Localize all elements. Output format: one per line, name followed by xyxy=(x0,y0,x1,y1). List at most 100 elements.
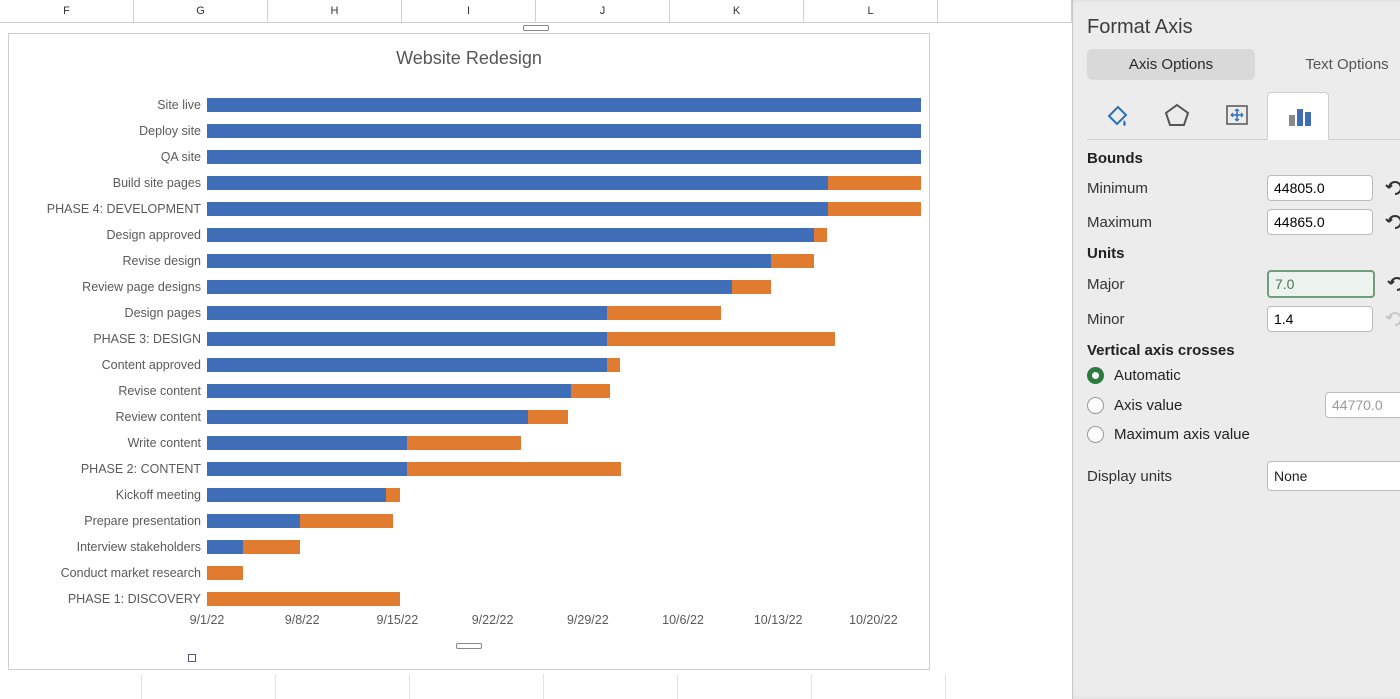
column-header[interactable]: J xyxy=(536,0,670,22)
bar-segment-blue[interactable] xyxy=(207,98,921,112)
bar-segment-blue[interactable] xyxy=(207,124,921,138)
column-header[interactable]: F xyxy=(0,0,134,22)
bar-segment-blue[interactable] xyxy=(207,254,771,268)
axis-properties-tab[interactable] xyxy=(1267,92,1329,140)
bar-segment-orange[interactable] xyxy=(407,462,621,476)
category-label: Kickoff meeting xyxy=(17,482,201,508)
bar-segment-orange[interactable] xyxy=(607,306,721,320)
size-arrows-icon xyxy=(1223,102,1251,128)
size-tab[interactable] xyxy=(1207,92,1267,138)
bar-segment-orange[interactable] xyxy=(732,280,771,294)
column-header[interactable]: H xyxy=(268,0,402,22)
x-axis-tick: 9/22/22 xyxy=(472,613,514,627)
bar-segment-blue[interactable] xyxy=(207,410,528,424)
effects-tab[interactable] xyxy=(1147,92,1207,138)
crosses-axis-value-option[interactable]: Axis value xyxy=(1087,392,1400,418)
chart-container[interactable]: Website Redesign Site liveDeploy siteQA … xyxy=(8,33,930,670)
column-header[interactable]: I xyxy=(402,0,536,22)
bar-segment-orange[interactable] xyxy=(571,384,610,398)
bar-segment-orange[interactable] xyxy=(607,332,835,346)
maximum-label: Maximum xyxy=(1087,214,1267,231)
column-header[interactable]: K xyxy=(670,0,804,22)
column-header[interactable] xyxy=(938,0,1072,22)
radio-label: Maximum axis value xyxy=(1114,426,1250,443)
category-label: Conduct market research xyxy=(17,560,201,586)
bounds-heading: Bounds xyxy=(1087,150,1400,167)
category-label: Prepare presentation xyxy=(17,508,201,534)
chart-row: Build site pages xyxy=(207,170,921,196)
undo-icon xyxy=(1385,214,1400,230)
bar-segment-orange[interactable] xyxy=(771,254,814,268)
bar-segment-blue[interactable] xyxy=(207,306,607,320)
bar-segment-orange[interactable] xyxy=(386,488,400,502)
chart-row: Site live xyxy=(207,92,921,118)
bar-segment-blue[interactable] xyxy=(207,358,607,372)
bar-segment-blue[interactable] xyxy=(207,332,607,346)
display-units-label: Display units xyxy=(1087,468,1267,485)
bar-segment-orange[interactable] xyxy=(528,410,567,424)
maximum-input[interactable] xyxy=(1267,209,1373,235)
category-label: Design approved xyxy=(17,222,201,248)
category-label: Review page designs xyxy=(17,274,201,300)
category-label: QA site xyxy=(17,144,201,170)
bar-segment-blue[interactable] xyxy=(207,488,386,502)
bar-segment-blue[interactable] xyxy=(207,462,407,476)
chart-row: PHASE 4: DEVELOPMENT xyxy=(207,196,921,222)
minimum-input[interactable] xyxy=(1267,175,1373,201)
pentagon-icon xyxy=(1164,102,1190,128)
chart-resize-handle-bottom[interactable] xyxy=(456,643,482,649)
display-units-select[interactable]: None xyxy=(1267,461,1400,491)
bar-segment-orange[interactable] xyxy=(407,436,521,450)
tab-axis-options[interactable]: Axis Options xyxy=(1087,49,1255,80)
chart-row: PHASE 1: DISCOVERY xyxy=(207,586,921,612)
bar-segment-blue[interactable] xyxy=(207,384,571,398)
bar-segment-blue[interactable] xyxy=(207,228,814,242)
bar-segment-blue[interactable] xyxy=(207,436,407,450)
chart-resize-handle-top[interactable] xyxy=(523,25,549,31)
fill-tab[interactable] xyxy=(1087,92,1147,138)
axis-selection-handle[interactable] xyxy=(188,654,196,662)
crosses-automatic-option[interactable]: Automatic xyxy=(1087,367,1400,384)
column-header[interactable]: G xyxy=(134,0,268,22)
bar-segment-blue[interactable] xyxy=(207,202,828,216)
spreadsheet-cells[interactable] xyxy=(8,674,1072,699)
category-label: PHASE 1: DISCOVERY xyxy=(17,586,201,612)
crosses-max-value-option[interactable]: Maximum axis value xyxy=(1087,426,1400,443)
chart-row: Revise content xyxy=(207,378,921,404)
minor-label: Minor xyxy=(1087,311,1267,328)
chart-row: Write content xyxy=(207,430,921,456)
reset-major-button[interactable] xyxy=(1385,274,1400,294)
reset-maximum-button[interactable] xyxy=(1383,212,1400,232)
chart-row: Review page designs xyxy=(207,274,921,300)
reset-minimum-button[interactable] xyxy=(1383,178,1400,198)
bar-segment-blue[interactable] xyxy=(207,176,828,190)
bar-segment-blue[interactable] xyxy=(207,540,243,554)
chart-row: PHASE 2: CONTENT xyxy=(207,456,921,482)
chart-row: QA site xyxy=(207,144,921,170)
bar-segment-orange[interactable] xyxy=(207,566,243,580)
bar-segment-orange[interactable] xyxy=(243,540,300,554)
chart-plot-area[interactable]: Site liveDeploy siteQA siteBuild site pa… xyxy=(207,92,921,613)
tab-text-options[interactable]: Text Options xyxy=(1263,49,1400,80)
category-label: Interview stakeholders xyxy=(17,534,201,560)
column-headers: FGHIJKL xyxy=(0,0,1072,23)
bar-segment-blue[interactable] xyxy=(207,280,732,294)
chart-row: Kickoff meeting xyxy=(207,482,921,508)
bar-segment-orange[interactable] xyxy=(828,202,921,216)
bar-segment-orange[interactable] xyxy=(300,514,393,528)
bar-segment-orange[interactable] xyxy=(814,228,827,242)
bar-segment-orange[interactable] xyxy=(607,358,620,372)
category-label: Revise content xyxy=(17,378,201,404)
major-label: Major xyxy=(1087,276,1267,293)
bar-segment-blue[interactable] xyxy=(207,514,300,528)
column-header[interactable]: L xyxy=(804,0,938,22)
bar-segment-orange[interactable] xyxy=(828,176,921,190)
minor-unit-input[interactable] xyxy=(1267,306,1373,332)
x-axis[interactable]: 9/1/229/8/229/15/229/22/229/29/2210/6/22… xyxy=(207,613,921,639)
bar-segment-blue[interactable] xyxy=(207,150,921,164)
bar-chart-icon xyxy=(1284,103,1312,129)
units-heading: Units xyxy=(1087,245,1400,262)
major-unit-input[interactable] xyxy=(1267,270,1375,298)
bar-segment-orange[interactable] xyxy=(207,592,400,606)
chart-row: Design approved xyxy=(207,222,921,248)
